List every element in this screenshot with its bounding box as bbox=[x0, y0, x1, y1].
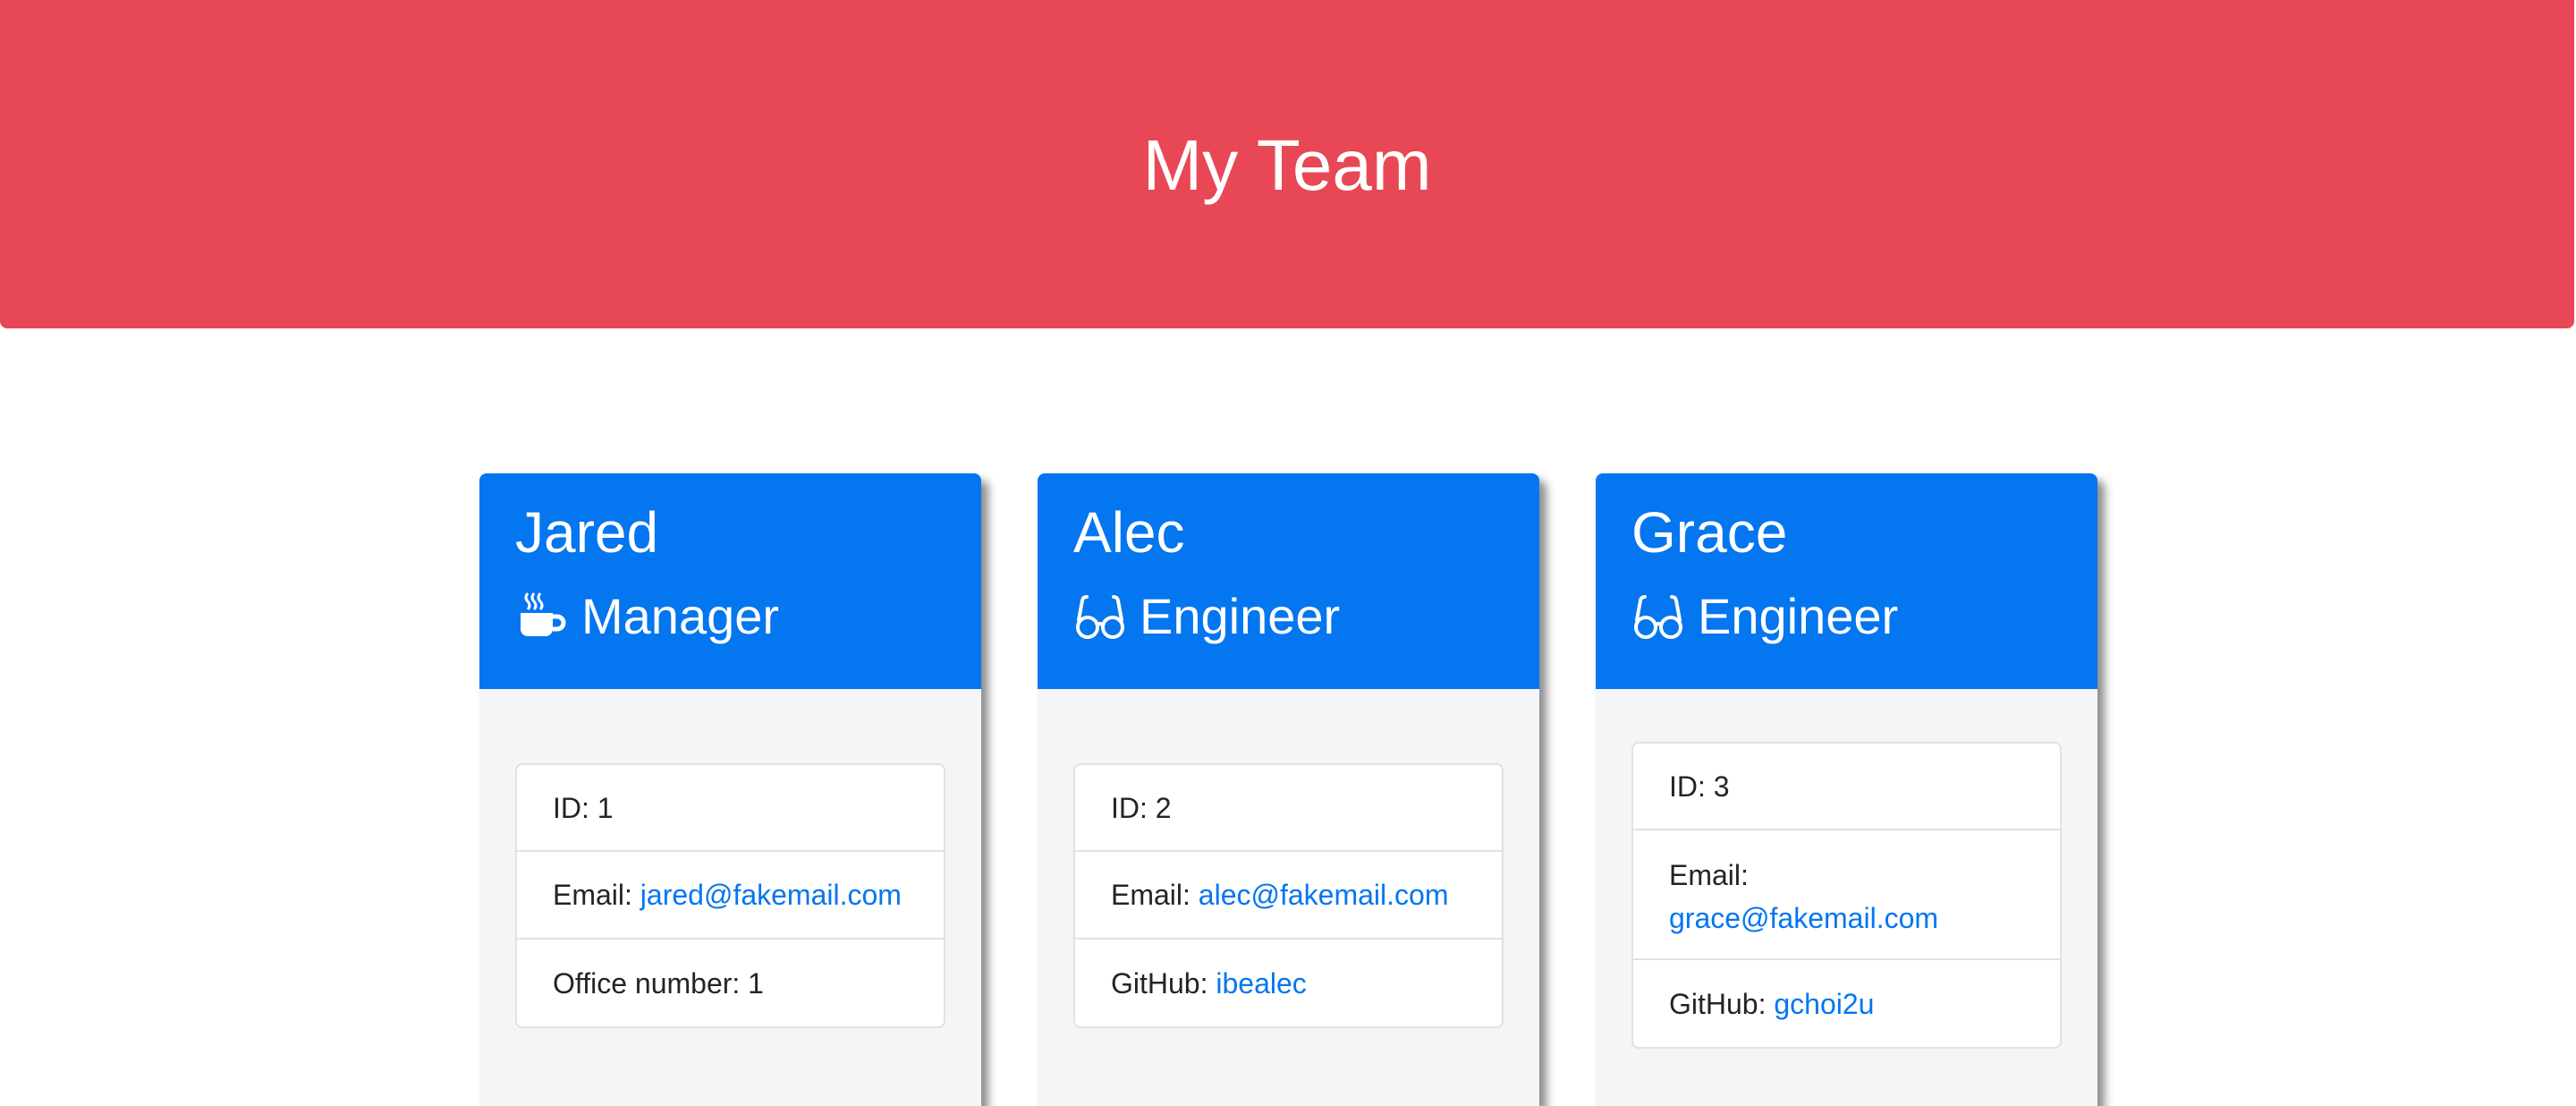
glasses-icon bbox=[1631, 590, 1685, 643]
email-label: Email: bbox=[1669, 859, 1749, 891]
list-item-id: ID: 1 bbox=[517, 765, 944, 852]
employee-name: Alec bbox=[1073, 500, 1185, 565]
employee-name: Jared bbox=[515, 500, 659, 565]
employee-role: Engineer bbox=[1631, 586, 1898, 646]
github-link[interactable]: gchoi2u bbox=[1774, 983, 1874, 1025]
card-header: Grace Engineer bbox=[1596, 473, 2097, 689]
email-link[interactable]: grace@fakemail.com bbox=[1669, 902, 1938, 934]
employee-card-manager: Jared Manager ID: 1 Email: jared@fakemai… bbox=[479, 473, 981, 1106]
employee-role: Engineer bbox=[1073, 586, 1340, 646]
id-value: 1 bbox=[597, 791, 614, 824]
github-link[interactable]: ibealec bbox=[1216, 962, 1306, 1005]
email-link[interactable]: jared@fakemail.com bbox=[640, 873, 902, 916]
list-item-github: GitHub: gchoi2u bbox=[1633, 960, 2060, 1047]
employee-role-label: Engineer bbox=[1140, 588, 1341, 644]
email-label: Email: bbox=[1111, 879, 1191, 911]
list-item-github: GitHub: ibealec bbox=[1075, 940, 1502, 1026]
list-item-id: ID: 3 bbox=[1633, 744, 2060, 830]
employee-role-label: Engineer bbox=[1698, 588, 1899, 644]
id-label: ID: bbox=[553, 791, 589, 824]
id-value: 2 bbox=[1155, 791, 1172, 824]
employee-details-list: ID: 3 Email: grace@fakemail.com GitHub: … bbox=[1631, 742, 2062, 1049]
github-label: GitHub: bbox=[1111, 966, 1208, 1000]
card-header: Jared Manager bbox=[479, 473, 981, 689]
id-label: ID: bbox=[1111, 791, 1148, 824]
employee-details-list: ID: 2 Email: alec@fakemail.com GitHub: i… bbox=[1073, 763, 1504, 1028]
list-item-office-number: Office number: 1 bbox=[517, 940, 944, 1026]
employee-card-engineer: Alec Engineer ID: 2 Email: alec@fakemail… bbox=[1038, 473, 1539, 1106]
list-item-email: Email: alec@fakemail.com bbox=[1075, 852, 1502, 940]
list-item-email: Email: grace@fakemail.com bbox=[1633, 830, 2060, 960]
card-header: Alec Engineer bbox=[1038, 473, 1539, 689]
employee-details-list: ID: 1 Email: jared@fakemail.com Office n… bbox=[515, 763, 945, 1028]
id-label: ID: bbox=[1669, 770, 1706, 803]
email-label: Email: bbox=[553, 879, 632, 911]
github-label: GitHub: bbox=[1669, 987, 1767, 1020]
list-item-id: ID: 2 bbox=[1075, 765, 1502, 852]
glasses-icon bbox=[1073, 590, 1127, 643]
header-banner: My Team bbox=[0, 0, 2574, 328]
page-title: My Team bbox=[1142, 124, 1432, 205]
employee-role-label: Manager bbox=[581, 588, 780, 644]
employee-name: Grace bbox=[1631, 500, 1788, 565]
coffee-mug-icon bbox=[515, 590, 569, 643]
list-item-email: Email: jared@fakemail.com bbox=[517, 852, 944, 940]
email-link[interactable]: alec@fakemail.com bbox=[1199, 873, 1449, 916]
id-value: 3 bbox=[1713, 770, 1730, 803]
office-number-label: Office number: bbox=[553, 966, 741, 1000]
employee-role: Manager bbox=[515, 586, 779, 646]
office-number-value: 1 bbox=[748, 966, 764, 1000]
employee-card-engineer: Grace Engineer ID: 3 Email: grace@fakema… bbox=[1596, 473, 2097, 1106]
